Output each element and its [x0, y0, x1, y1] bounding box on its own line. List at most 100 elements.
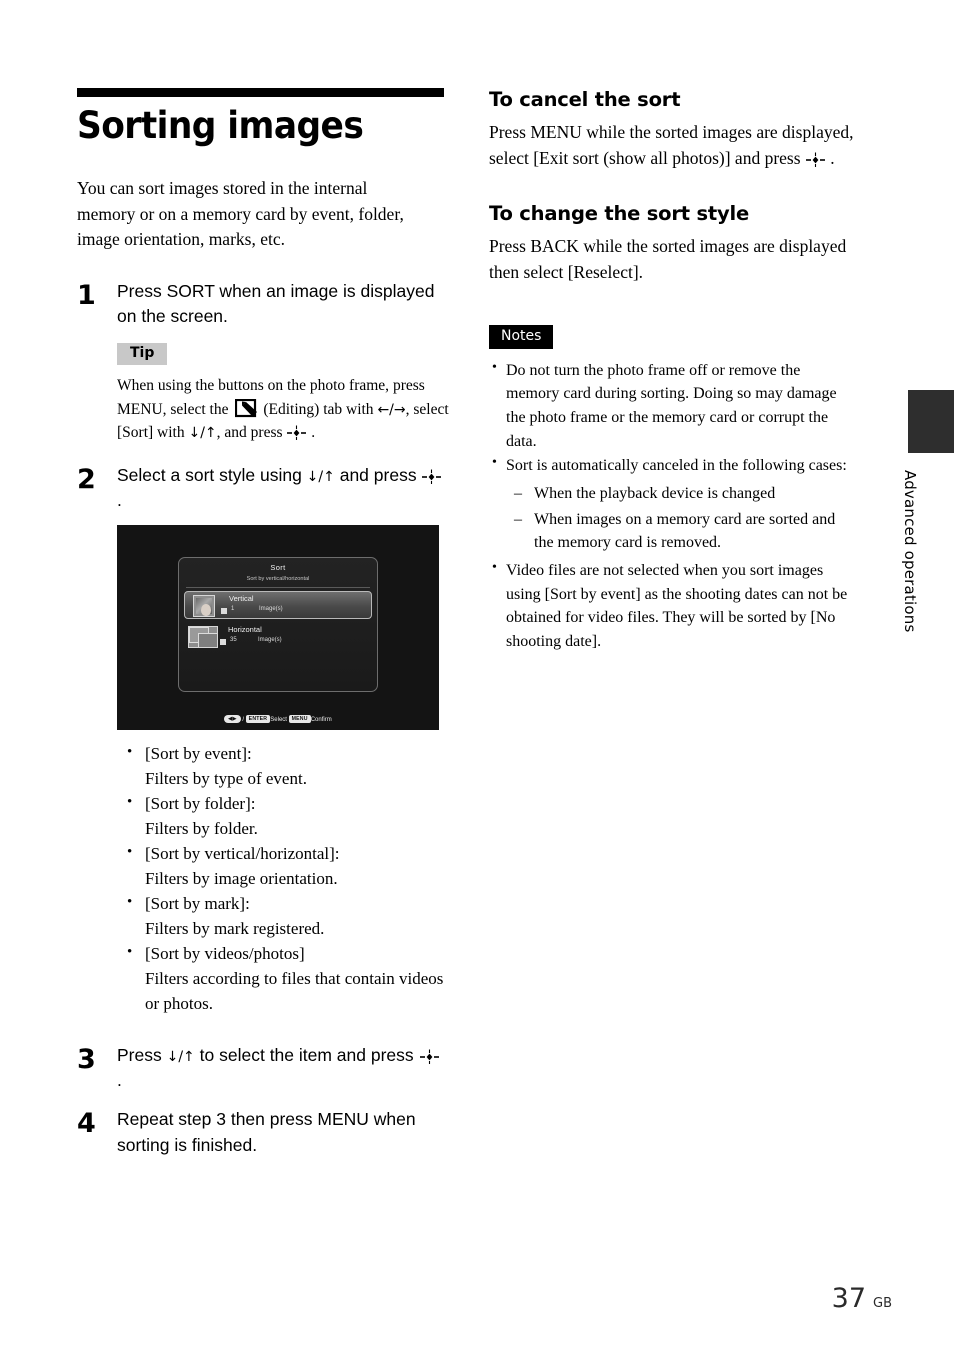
- list-item: [Sort by mark]: Filters by mark register…: [117, 891, 444, 942]
- step-4: 4 Repeat step 3 then press MENU when sor…: [77, 1107, 444, 1157]
- step-2-text-after: .: [117, 490, 122, 510]
- sort-style-desc: Filters by folder.: [145, 819, 258, 839]
- step-4-body: Repeat step 3 then press MENU when sorti…: [117, 1107, 444, 1157]
- page-footer: 37 GB: [832, 1283, 892, 1314]
- sort-dialog-subtitle: Sort by vertical/horizontal: [246, 576, 310, 583]
- sort-style-term: [Sort by mark]:: [145, 894, 250, 914]
- tip-label: Tip: [117, 343, 168, 366]
- editing-tab-icon: [235, 398, 260, 418]
- step-3-number: 3: [77, 1044, 96, 1076]
- page-number-suffix: GB: [873, 1296, 892, 1311]
- note-item: Do not turn the photo frame off or remov…: [489, 358, 851, 454]
- manual-page: Sorting images You can sort images store…: [0, 0, 954, 1352]
- step-2-arrows: ↓/↑: [306, 468, 335, 485]
- tip-block: Tip When using the buttons on the photo …: [117, 343, 457, 444]
- tip-arrows-up-down: ↓/↑: [188, 425, 217, 442]
- sort-dialog-divider: [186, 587, 370, 589]
- sort-style-term: [Sort by event]:: [145, 744, 252, 764]
- section-body-text: Press MENU while the sorted images are d…: [489, 122, 854, 168]
- sort-style-term: [Sort by folder]:: [145, 794, 256, 814]
- note-item-text: Sort is automatically canceled in the fo…: [506, 457, 847, 475]
- section-body-suffix: .: [825, 147, 835, 168]
- section-body-change-sort-style: Press BACK while the sorted images are d…: [489, 236, 847, 283]
- step-3-text-before: Press: [117, 1045, 167, 1066]
- step-2-body: Select a sort style using ↓/↑ and press …: [117, 463, 444, 1017]
- sort-row-unit: Image(s): [258, 637, 282, 644]
- notes-list: Do not turn the photo frame off or remov…: [489, 358, 851, 654]
- thumbnail-horizontal-stack: [188, 626, 218, 649]
- step-3-text-after: .: [117, 1070, 122, 1091]
- left-column: Sorting images You can sort images store…: [77, 88, 449, 1162]
- sort-row-vertical[interactable]: Vertical 1 Image(s): [184, 591, 372, 620]
- count-marker-icon: [221, 608, 227, 615]
- enter-button-glyph: [805, 149, 826, 167]
- step-3-arrows: ↓/↑: [166, 1049, 195, 1066]
- note-sub-item: When the playback device is changed: [506, 482, 851, 506]
- step-2: 2 Select a sort style using ↓/↑ and pres…: [77, 463, 444, 1017]
- step-1: 1 Press SORT when an image is displayed …: [77, 279, 449, 457]
- thumbnail-image: [196, 598, 212, 617]
- step-4-text: Repeat step 3 then press MENU when sorti…: [117, 1109, 416, 1155]
- step-2-text-middle: and press: [334, 464, 422, 485]
- notes-block: Notes Do not turn the photo frame off or…: [489, 286, 861, 654]
- sort-style-desc: Filters by image orientation.: [145, 869, 338, 889]
- notes-sub-list: When the playback device is changed When…: [506, 482, 851, 555]
- list-item: [Sort by folder]: Filters by folder.: [117, 791, 444, 842]
- sort-row-count: 1: [231, 606, 235, 613]
- enter-action-label: Select: [270, 717, 287, 724]
- step-4-number: 4: [77, 1108, 96, 1140]
- sort-dialog: Sort Sort by vertical/horizontal Vertica…: [178, 557, 378, 693]
- tip-line-1: When using the buttons on the photo fram…: [117, 377, 390, 395]
- note-item: Sort is automatically canceled in the fo…: [489, 453, 851, 555]
- list-item: [Sort by vertical/horizontal]: Filters b…: [117, 841, 444, 892]
- sort-row-count: 35: [230, 637, 237, 644]
- thumbnail-front: [198, 633, 217, 648]
- device-screenshot: Sort Sort by vertical/horizontal Vertica…: [117, 525, 439, 731]
- tip-text: When using the buttons on the photo fram…: [117, 374, 457, 445]
- menu-action-label: Confirm: [310, 717, 332, 724]
- enter-button-glyph: [421, 466, 442, 484]
- step-3-body: Press ↓/↑ to select the item and press .: [117, 1043, 444, 1093]
- chapter-tab-label: Advanced operations: [901, 470, 919, 633]
- right-column: To cancel the sort Press MENU while the …: [489, 88, 861, 655]
- bottom-bar-separator: /: [242, 717, 244, 724]
- list-item: [Sort by event]: Filters by type of even…: [117, 741, 444, 792]
- count-marker-icon: [220, 639, 226, 646]
- note-item: Video files are not selected when you so…: [489, 558, 851, 654]
- note-sub-item: When images on a memory card are sorted …: [506, 508, 851, 555]
- step-2-text-before: Select a sort style using: [117, 464, 307, 485]
- sort-row-horizontal[interactable]: Horizontal 35 Image(s): [184, 623, 372, 651]
- sort-row-unit: Image(s): [259, 606, 283, 613]
- tip-line-3c: .: [307, 424, 316, 442]
- step-3-text: Press ↓/↑ to select the item and press .: [117, 1043, 444, 1093]
- step-1-text: Press SORT when an image is displayed on…: [117, 281, 435, 327]
- step-3-text-middle: to select the item and press: [194, 1045, 419, 1066]
- thumbnail-vertical: [193, 595, 215, 618]
- step-3: 3 Press ↓/↑ to select the item and press…: [77, 1043, 444, 1093]
- tip-line-2b: (Editing) tab with: [263, 400, 374, 418]
- title-rule: [77, 88, 444, 97]
- sort-style-list: [Sort by event]: Filters by type of even…: [117, 741, 444, 1017]
- page-number: 37: [831, 1283, 866, 1314]
- dpad-key-icon: ◀▶: [224, 715, 241, 724]
- enter-button-glyph: [419, 1046, 440, 1065]
- step-2-text: Select a sort style using ↓/↑ and press …: [117, 463, 444, 513]
- section-body-cancel-sort: Press MENU while the sorted images are d…: [489, 120, 857, 171]
- thumbnail-face: [201, 604, 211, 617]
- enter-button-glyph: [286, 424, 307, 441]
- chapter-tab-marker: [908, 390, 954, 453]
- sort-dialog-title: Sort: [270, 563, 286, 573]
- step-1-body: Press SORT when an image is displayed on…: [117, 279, 457, 457]
- menu-key-icon: MENU: [288, 715, 311, 724]
- section-heading-cancel-sort: To cancel the sort: [489, 88, 681, 111]
- list-item: [Sort by videos/photos] Filters accordin…: [117, 941, 444, 1017]
- step-1-number: 1: [77, 280, 96, 312]
- sort-row-label: Vertical: [229, 594, 254, 604]
- enter-key-icon: ENTER: [245, 715, 271, 724]
- page-title: Sorting images: [77, 104, 364, 147]
- device-bottom-bar: ◀▶ / ENTER Select MENU Confirm: [117, 715, 439, 724]
- tip-arrows-left-right: ←/→: [377, 401, 406, 418]
- step-2-number: 2: [77, 463, 96, 495]
- sort-style-desc: Filters by mark registered.: [145, 919, 325, 939]
- sort-style-desc: Filters by type of event.: [145, 769, 307, 789]
